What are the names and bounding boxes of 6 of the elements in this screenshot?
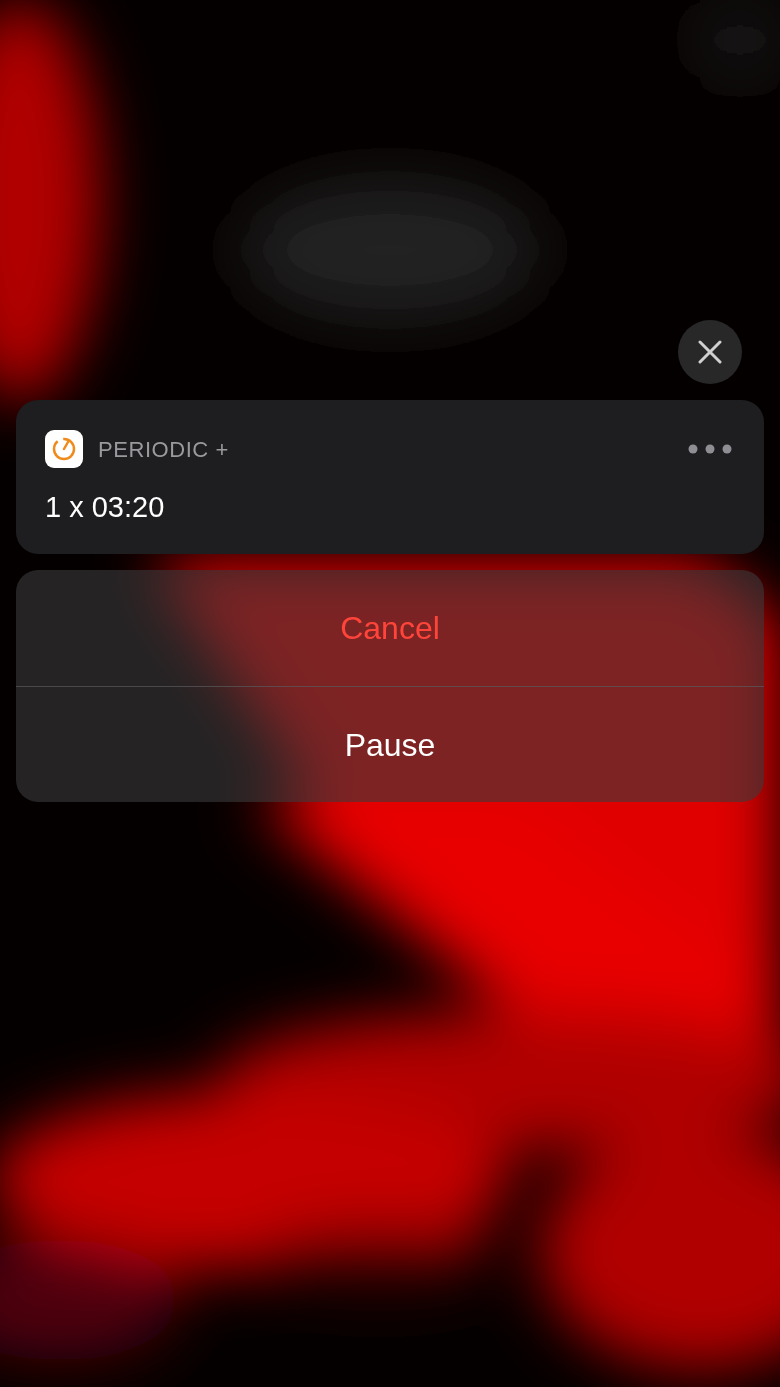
more-icon[interactable] <box>688 444 732 454</box>
app-icon <box>45 430 83 468</box>
notification-message: 1 x 03:20 <box>45 490 166 525</box>
app-name: PERIODIC + <box>98 435 229 464</box>
close-icon <box>698 340 722 364</box>
action-button[interactable]: Pause <box>16 686 764 802</box>
